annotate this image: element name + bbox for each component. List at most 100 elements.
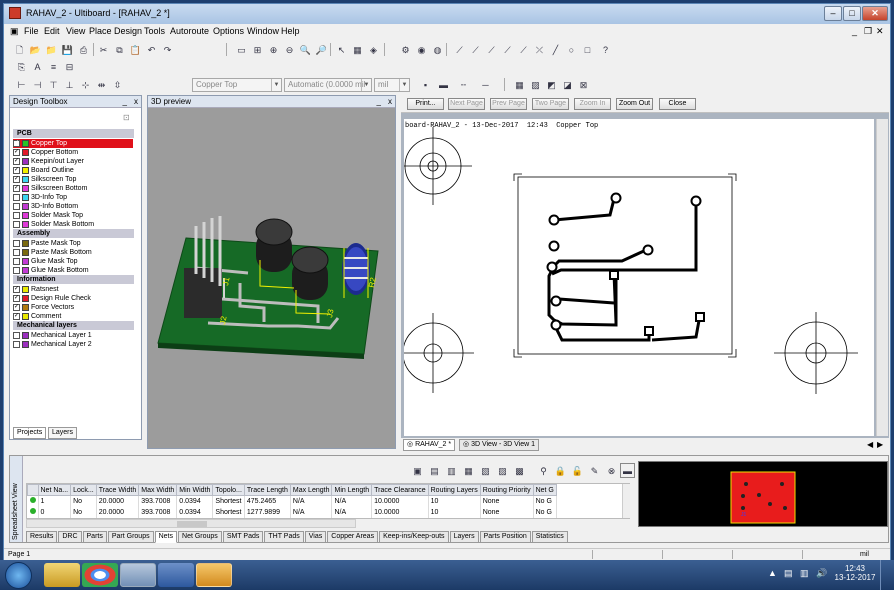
open-icon[interactable]: 📂 bbox=[28, 42, 43, 57]
table-cell[interactable]: Shortest bbox=[212, 506, 245, 518]
hide-icon[interactable]: ▬ bbox=[620, 463, 635, 478]
tab-scroll-right-icon[interactable]: ▶ bbox=[877, 440, 883, 449]
layer-color-swatch[interactable] bbox=[22, 258, 29, 265]
network-app-icon[interactable] bbox=[120, 563, 156, 587]
column-header[interactable]: Min Width bbox=[176, 484, 214, 496]
show-desktop-button[interactable] bbox=[880, 560, 892, 590]
table-cell[interactable]: No bbox=[70, 495, 97, 507]
table-cell[interactable]: 20.0000 bbox=[96, 495, 140, 507]
grid-icon[interactable]: ▧ bbox=[478, 463, 493, 478]
layer-item[interactable]: 3D-Info Bottom bbox=[13, 202, 133, 211]
zoom-fit-icon[interactable]: ⊞ bbox=[250, 42, 265, 57]
two-page-button[interactable]: Two Page bbox=[532, 98, 569, 110]
layer-visibility-checkbox[interactable]: ✓ bbox=[13, 158, 20, 165]
sharing-icon[interactable]: ⤫ bbox=[532, 42, 547, 57]
layer-color-swatch[interactable] bbox=[22, 167, 29, 174]
layer-visibility-checkbox[interactable]: ✓ bbox=[13, 176, 20, 183]
layer-color-swatch[interactable] bbox=[22, 149, 29, 156]
column-header[interactable]: Min Length bbox=[331, 484, 373, 496]
highlight-icon[interactable]: ✎ bbox=[587, 463, 602, 478]
layer-item[interactable]: Mechanical Layer 1 bbox=[13, 331, 133, 340]
table-cell[interactable]: N/A bbox=[290, 495, 333, 507]
layer-color-swatch[interactable] bbox=[22, 295, 29, 302]
circle-icon[interactable]: ○ bbox=[564, 42, 579, 57]
connection-icon[interactable]: ⟋ bbox=[484, 42, 499, 57]
layer-visibility-checkbox[interactable]: ✓ bbox=[13, 304, 20, 311]
layer-color-swatch[interactable] bbox=[22, 203, 29, 210]
width-select[interactable]: Automatic (0.0000 mil ▼ bbox=[284, 78, 372, 92]
copper-thermal-icon[interactable]: ⊠ bbox=[576, 77, 591, 92]
panel-pin-icon[interactable]: _ bbox=[123, 96, 127, 108]
layer-visibility-checkbox[interactable]: ✓ bbox=[13, 286, 20, 293]
layer-item[interactable]: Glue Mask Bottom bbox=[13, 266, 133, 275]
sheet-tab[interactable]: Results bbox=[26, 531, 58, 543]
print-icon[interactable]: ⎙ bbox=[76, 42, 91, 57]
select-all-icon[interactable]: ▣ bbox=[410, 463, 425, 478]
layer-visibility-checkbox[interactable]: ✓ bbox=[13, 140, 20, 147]
menu-view[interactable]: View bbox=[66, 26, 85, 36]
layer-visibility-checkbox[interactable] bbox=[13, 258, 20, 265]
copy-icon[interactable]: ⧉ bbox=[112, 42, 127, 57]
layer-item[interactable]: ✓ Ratsnest bbox=[13, 285, 133, 294]
layer-color-swatch[interactable] bbox=[22, 221, 29, 228]
layer-visibility-checkbox[interactable]: ✓ bbox=[13, 185, 20, 192]
panel-close-icon[interactable]: x bbox=[388, 96, 392, 108]
sheet-tab[interactable]: Layers bbox=[449, 531, 479, 543]
fill-pattern-icon[interactable]: ▬ bbox=[436, 77, 451, 92]
copper-delete-icon[interactable]: ◪ bbox=[560, 77, 575, 92]
layer-visibility-checkbox[interactable] bbox=[13, 194, 20, 201]
column-header[interactable]: Routing Layers bbox=[427, 484, 481, 496]
layer-color-swatch[interactable] bbox=[22, 185, 29, 192]
place-part-icon[interactable]: ⚙ bbox=[398, 42, 413, 57]
layer-item[interactable]: ✓ Force Vectors bbox=[13, 303, 133, 312]
layer-color-swatch[interactable] bbox=[22, 249, 29, 256]
sheet-tab[interactable]: Parts bbox=[82, 531, 107, 543]
layer-item[interactable]: ✓ Copper Top bbox=[13, 139, 133, 148]
sheet-tab[interactable]: DRC bbox=[58, 531, 82, 543]
document-icon[interactable]: ▣ bbox=[10, 26, 19, 37]
layer-item[interactable]: Solder Mask Top bbox=[13, 211, 133, 220]
sheet-tab[interactable]: Parts Position bbox=[479, 531, 531, 543]
layer-visibility-checkbox[interactable] bbox=[13, 249, 20, 256]
sheet-tab[interactable]: Nets bbox=[154, 531, 178, 543]
layer-color-swatch[interactable] bbox=[22, 267, 29, 274]
place-via-icon[interactable]: ◉ bbox=[414, 42, 429, 57]
table-cell[interactable]: 0 bbox=[38, 506, 72, 518]
sheet-tab[interactable]: SMT Pads bbox=[222, 531, 264, 543]
fill-color-icon[interactable]: ▪ bbox=[418, 77, 433, 92]
chart-icon[interactable]: ▩ bbox=[512, 463, 527, 478]
table-cell[interactable]: 393.7008 bbox=[138, 495, 178, 507]
column-header[interactable]: Lock... bbox=[70, 484, 97, 496]
layer-color-swatch[interactable] bbox=[22, 194, 29, 201]
layer-item[interactable]: 3D-Info Top bbox=[13, 193, 133, 202]
table-cell[interactable]: N/A bbox=[331, 495, 373, 507]
filter-icon[interactable]: ⊗ bbox=[604, 463, 619, 478]
table-cell[interactable]: N/A bbox=[290, 506, 333, 518]
table-cell[interactable]: 20.0000 bbox=[96, 506, 140, 518]
line-icon[interactable]: ╱ bbox=[548, 42, 563, 57]
cut-icon[interactable]: ✂ bbox=[96, 42, 111, 57]
table-cell[interactable]: Shortest bbox=[212, 495, 245, 507]
layer-visibility-checkbox[interactable] bbox=[13, 212, 20, 219]
menu-tools[interactable]: Tools bbox=[144, 26, 165, 36]
full-screen-icon[interactable]: ▭ bbox=[234, 42, 249, 57]
table-cell[interactable]: 0.0394 bbox=[176, 495, 214, 507]
align-bottom-icon[interactable]: ⊥ bbox=[62, 77, 77, 92]
column-header[interactable]: Routing Priority bbox=[479, 484, 534, 496]
trace-icon[interactable]: ⟋ bbox=[452, 42, 467, 57]
zoom-in-button[interactable]: Zoom In bbox=[574, 98, 611, 110]
mdi-restore-icon[interactable]: ❐ bbox=[864, 26, 872, 37]
table-cell[interactable]: 475.2465 bbox=[244, 495, 291, 507]
layer-visibility-checkbox[interactable]: ✓ bbox=[13, 149, 20, 156]
column-header[interactable]: Trace Length bbox=[243, 484, 291, 496]
layer-color-swatch[interactable] bbox=[22, 286, 29, 293]
layer-item[interactable]: ✓ Keepin/out Layer bbox=[13, 157, 133, 166]
file-explorer-icon[interactable] bbox=[44, 563, 80, 587]
word-icon[interactable] bbox=[158, 563, 194, 587]
layer-group-header[interactable]: PCB bbox=[13, 129, 134, 138]
layer-color-swatch[interactable] bbox=[22, 332, 29, 339]
layer-visibility-checkbox[interactable] bbox=[13, 221, 20, 228]
minimize-button[interactable]: – bbox=[824, 6, 842, 21]
panel-close-icon[interactable]: x bbox=[134, 96, 138, 108]
table-cell[interactable]: 0.0394 bbox=[176, 506, 214, 518]
